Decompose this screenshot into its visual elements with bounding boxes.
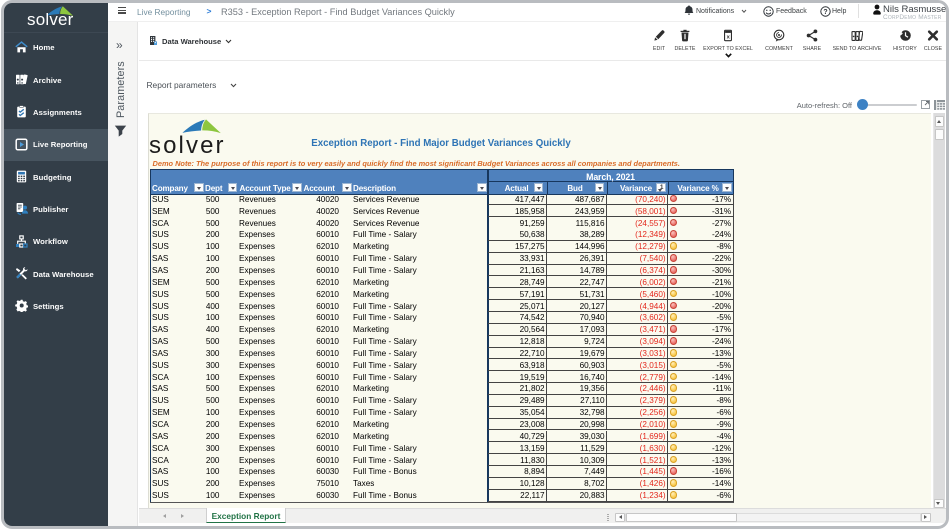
svg-text:?: ? (823, 8, 827, 15)
